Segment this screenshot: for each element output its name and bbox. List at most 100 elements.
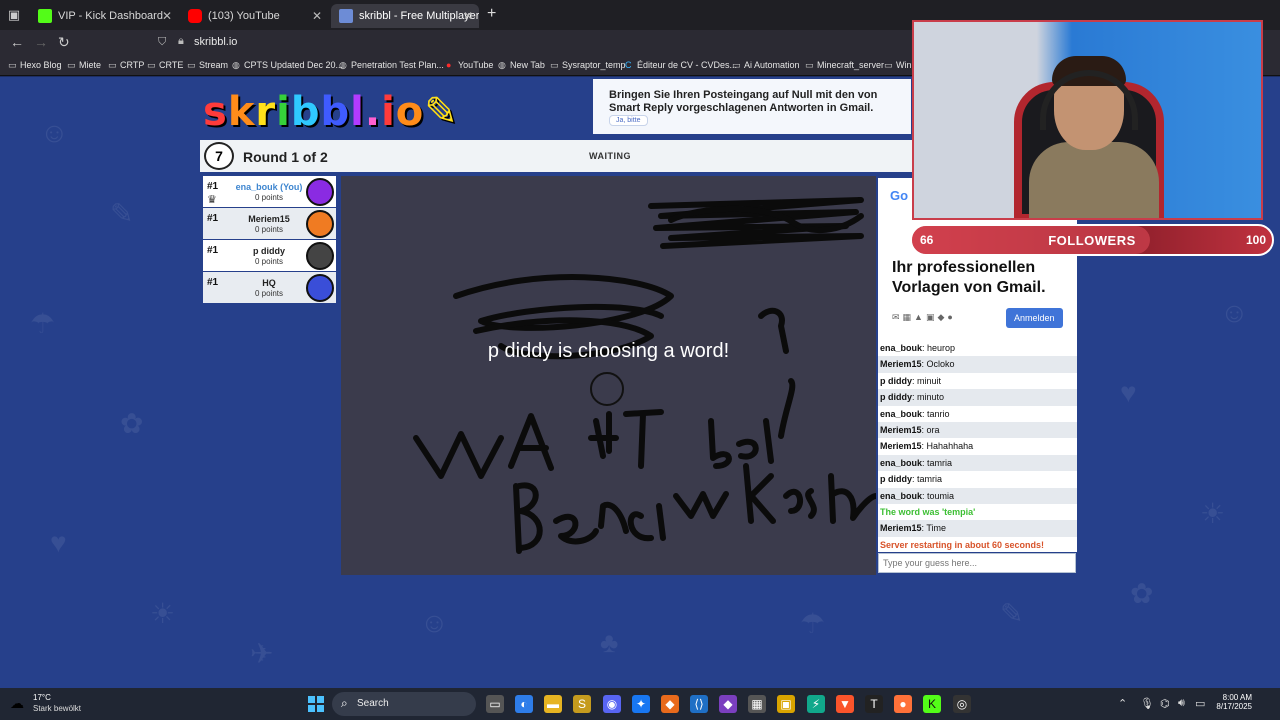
folder-icon: ▭: [732, 60, 741, 70]
app-icon[interactable]: ⚡: [807, 695, 825, 713]
skribbl-logo[interactable]: skribbl.io✎: [203, 89, 459, 135]
task-view-icon[interactable]: ▭: [486, 695, 504, 713]
skribbl-icon: [339, 9, 353, 23]
search-icon: ⌕: [341, 696, 348, 710]
chat-message: ena_bouk: heurop: [878, 340, 1077, 357]
obs-icon[interactable]: ◎: [953, 695, 971, 713]
close-tab-icon[interactable]: ✕: [312, 4, 322, 28]
file-explorer-icon[interactable]: ▬: [544, 695, 562, 713]
player-list: #1 ♛ ena_bouk (You) 0 points #1 Meriem15…: [203, 176, 336, 303]
scribble-stroke: [598, 501, 629, 534]
gmail-ad-banner[interactable]: Bringen Sie Ihren Posteingang auf Null m…: [593, 79, 911, 134]
bookmark-item[interactable]: ▭ Minecraft_server: [805, 60, 884, 70]
chat-message: p diddy: minuto: [878, 389, 1077, 406]
system-clock[interactable]: 8:00 AM 8/17/2025: [1212, 693, 1252, 711]
windows-start-icon[interactable]: [308, 696, 324, 712]
back-icon[interactable]: ←: [10, 34, 24, 50]
url-text[interactable]: skribbl.io: [194, 36, 237, 48]
brave-icon[interactable]: ▼: [836, 695, 854, 713]
bookmark-item[interactable]: ▭ Hexo Blog: [8, 60, 62, 70]
bookmark-item[interactable]: ◍ Penetration Test Plan...: [339, 60, 444, 70]
ad-brand: Go: [890, 188, 909, 203]
bookmark-item[interactable]: ▭ Stream: [187, 60, 228, 70]
google-apps-icons: ✉▦▲▣◆●: [892, 312, 956, 322]
tryhackme-icon[interactable]: T: [865, 695, 883, 713]
bookmark-item[interactable]: ◍ New Tab: [498, 60, 545, 70]
copilot-icon[interactable]: ◐: [515, 695, 533, 713]
tab-youtube[interactable]: (103) YouTube ✕: [180, 4, 328, 28]
bookmark-item[interactable]: C Éditeur de CV - CVDes...: [625, 60, 737, 70]
doodle-icon: ✈: [250, 638, 274, 669]
forward-icon[interactable]: →: [34, 34, 48, 50]
taskbar-search[interactable]: ⌕ Search: [332, 692, 476, 716]
tab-skribbl[interactable]: skribbl - Free Multiplayer Drawi ✕: [331, 4, 479, 28]
new-tab-button[interactable]: +: [487, 5, 496, 23]
scribble-stroke: [513, 482, 543, 554]
choosing-word-message: p diddy is choosing a word!: [487, 340, 730, 362]
bookmark-item[interactable]: ▭ Sysraptor_temp: [550, 60, 626, 70]
guess-input[interactable]: [879, 554, 1075, 572]
app-icon[interactable]: ▣: [777, 695, 795, 713]
burp-icon[interactable]: ◆: [661, 695, 679, 713]
doodle-icon: ☀: [1200, 498, 1226, 529]
network-icon[interactable]: ⌬: [1160, 697, 1170, 710]
chevron-up-icon[interactable]: ⌃: [1118, 697, 1127, 710]
windows-taskbar: ☁ 17°C Stark bewölkt ⌕ Search ▭ ◐ ▬ S ◉ …: [0, 688, 1280, 720]
folder-icon: ▭: [805, 60, 814, 70]
doodle-icon: ✎: [1000, 598, 1024, 629]
microphone-icon[interactable]: 🎙︎: [1140, 697, 1154, 710]
messenger-icon[interactable]: ✦: [632, 695, 650, 713]
lock-icon[interactable]: 🔒︎: [178, 35, 184, 48]
drawing-canvas[interactable]: p diddy is choosing a word!: [341, 176, 876, 575]
scribble-stroke: [627, 503, 666, 542]
doodle-icon: ☂: [800, 608, 826, 639]
bookmark-item[interactable]: ▭ Ai Automation: [732, 60, 800, 70]
player-avatar: [306, 274, 334, 302]
bookmark-item[interactable]: ▭ CRTP: [108, 60, 144, 70]
sublime-icon[interactable]: S: [573, 695, 591, 713]
obsidian-icon[interactable]: ◆: [719, 695, 737, 713]
player-row[interactable]: #1 p diddy 0 points: [203, 240, 336, 271]
doodle-icon: ✿: [120, 408, 144, 439]
reload-icon[interactable]: ↻: [58, 34, 70, 51]
doodle-icon: ☺: [1220, 297, 1249, 328]
chat-message: Meriem15: ora: [878, 422, 1077, 439]
bookmark-item[interactable]: ◍ CPTS Updated Dec 20...: [232, 60, 343, 70]
bookmark-item[interactable]: ▭ CRTE: [147, 60, 183, 70]
chat-log: ena_bouk: heurop Meriem15: Ocloko p didd…: [878, 340, 1077, 552]
scribble-stroke: [588, 411, 619, 459]
kick-studio-icon[interactable]: K: [923, 695, 941, 713]
cloud-icon: ☁: [10, 695, 24, 711]
tab-list-icon[interactable]: ▣: [6, 7, 22, 23]
player-row[interactable]: #1 HQ 0 points: [203, 272, 336, 303]
close-tab-icon[interactable]: ✕: [162, 4, 172, 28]
bookmark-item[interactable]: ● YouTube: [446, 60, 493, 70]
address-bar[interactable]: ⛉ 🔒︎ skribbl.io: [150, 32, 910, 54]
guess-input-box[interactable]: [878, 553, 1076, 573]
scribble-stroke: [828, 473, 876, 524]
game-header: 7 Round 1 of 2 WAITING: [200, 140, 912, 172]
close-tab-icon[interactable]: ✕: [463, 4, 473, 28]
bookmark-item[interactable]: ▭ Win: [884, 60, 912, 70]
firefox-icon[interactable]: ●: [894, 695, 912, 713]
app-icon[interactable]: ▦: [748, 695, 766, 713]
tab-kick-dashboard[interactable]: VIP - Kick Dashboard ✕: [30, 4, 178, 28]
volume-icon[interactable]: 🔊︎: [1178, 697, 1185, 710]
round-indicator: Round 1 of 2: [243, 149, 328, 165]
doodle-icon: ✎: [110, 198, 134, 229]
player-row[interactable]: #1 ♛ ena_bouk (You) 0 points: [203, 176, 336, 207]
battery-icon[interactable]: ▭: [1195, 697, 1205, 710]
bookmark-item[interactable]: ▭ Miete: [67, 60, 101, 70]
chat-message: Meriem15: Time: [878, 520, 1077, 537]
shield-icon[interactable]: ⛉: [158, 36, 166, 49]
sign-in-button[interactable]: Anmelden: [1006, 308, 1063, 328]
folder-icon: ▭: [884, 60, 893, 70]
scribble-stroke: [508, 413, 554, 471]
player-row[interactable]: #1 Meriem15 0 points: [203, 208, 336, 239]
folder-icon: ▭: [147, 60, 156, 70]
ad-accept-button[interactable]: Ja, bitte: [609, 115, 648, 126]
vscode-icon[interactable]: ⟨⟩: [690, 695, 708, 713]
doodle-icon: ☀: [150, 598, 176, 629]
discord-icon[interactable]: ◉: [603, 695, 621, 713]
scribble-stroke: [736, 418, 774, 464]
